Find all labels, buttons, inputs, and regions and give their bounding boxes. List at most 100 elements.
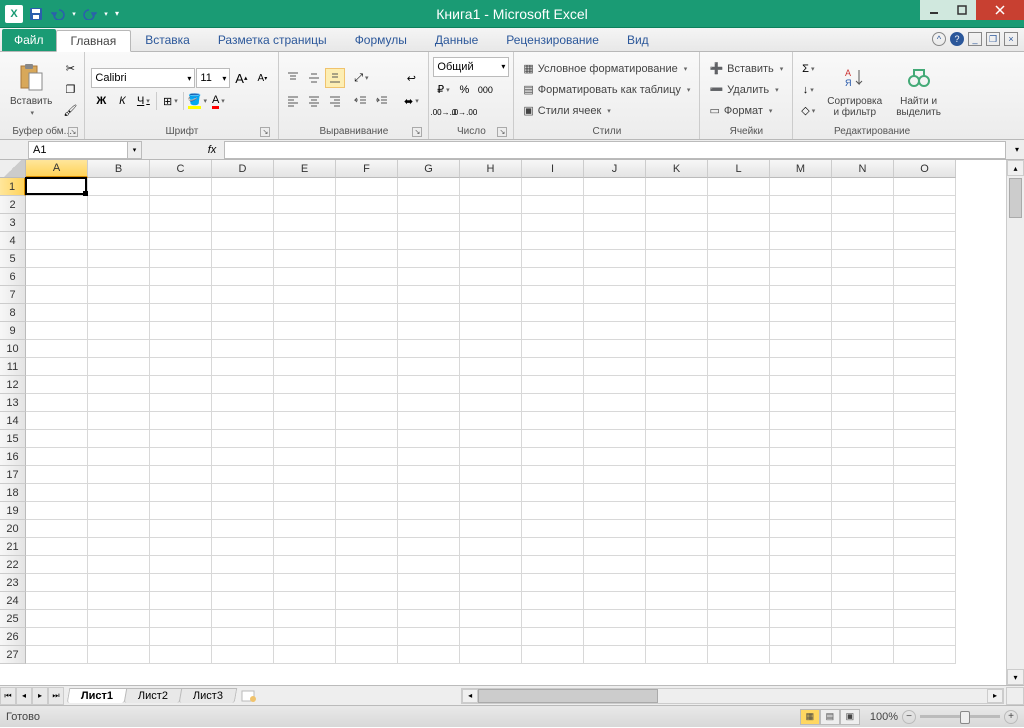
row-header[interactable]: 5 <box>0 250 26 268</box>
cell[interactable] <box>894 322 956 340</box>
cell[interactable] <box>584 502 646 520</box>
cell[interactable] <box>398 538 460 556</box>
column-header[interactable]: A <box>26 160 88 178</box>
cell[interactable] <box>770 214 832 232</box>
cell[interactable] <box>522 520 584 538</box>
cell[interactable] <box>274 466 336 484</box>
cell[interactable] <box>398 232 460 250</box>
cell[interactable] <box>212 574 274 592</box>
cell[interactable] <box>522 376 584 394</box>
cell[interactable] <box>832 250 894 268</box>
cell[interactable] <box>894 520 956 538</box>
cell[interactable] <box>646 448 708 466</box>
cell[interactable] <box>832 412 894 430</box>
cell[interactable] <box>832 214 894 232</box>
cell[interactable] <box>150 214 212 232</box>
tab-home[interactable]: Главная <box>56 30 132 52</box>
cell[interactable] <box>336 304 398 322</box>
cell[interactable] <box>398 412 460 430</box>
row-header[interactable]: 23 <box>0 574 26 592</box>
cell[interactable] <box>460 286 522 304</box>
cell[interactable] <box>522 574 584 592</box>
cell[interactable] <box>894 484 956 502</box>
cell[interactable] <box>88 502 150 520</box>
cell[interactable] <box>26 412 88 430</box>
minimize-button[interactable] <box>920 0 948 20</box>
cell[interactable] <box>770 250 832 268</box>
cell[interactable] <box>770 484 832 502</box>
cell[interactable] <box>708 322 770 340</box>
cell[interactable] <box>336 466 398 484</box>
cell[interactable] <box>584 520 646 538</box>
cell[interactable] <box>274 196 336 214</box>
cell[interactable] <box>150 592 212 610</box>
cell[interactable] <box>894 412 956 430</box>
cell[interactable] <box>894 610 956 628</box>
sheet-tab[interactable]: Лист3 <box>179 688 238 703</box>
cell[interactable] <box>88 556 150 574</box>
cell[interactable] <box>336 232 398 250</box>
cell[interactable] <box>212 628 274 646</box>
cell[interactable] <box>398 178 460 196</box>
undo-button[interactable] <box>48 4 68 24</box>
copy-button[interactable]: ❐ <box>60 80 80 100</box>
cell[interactable] <box>894 304 956 322</box>
cell[interactable] <box>212 484 274 502</box>
cell[interactable] <box>336 628 398 646</box>
row-header[interactable]: 14 <box>0 412 26 430</box>
cell[interactable] <box>274 232 336 250</box>
cell[interactable] <box>26 376 88 394</box>
cell[interactable] <box>584 286 646 304</box>
cell[interactable] <box>26 268 88 286</box>
cell[interactable] <box>150 430 212 448</box>
increase-indent-button[interactable] <box>372 91 392 111</box>
cell[interactable] <box>336 556 398 574</box>
cell[interactable] <box>274 556 336 574</box>
cell[interactable] <box>398 502 460 520</box>
scroll-down-button[interactable]: ▾ <box>1007 669 1024 685</box>
cell[interactable] <box>894 268 956 286</box>
row-header[interactable]: 9 <box>0 322 26 340</box>
cell[interactable] <box>832 322 894 340</box>
cell[interactable] <box>460 214 522 232</box>
cell[interactable] <box>522 268 584 286</box>
cell[interactable] <box>770 268 832 286</box>
cell[interactable] <box>26 196 88 214</box>
cell[interactable] <box>26 340 88 358</box>
cell[interactable] <box>832 448 894 466</box>
cell[interactable] <box>460 430 522 448</box>
cell[interactable] <box>522 250 584 268</box>
page-break-view-button[interactable]: ▣ <box>840 709 860 725</box>
cell[interactable] <box>522 358 584 376</box>
cell[interactable] <box>274 250 336 268</box>
cell[interactable] <box>398 592 460 610</box>
cell[interactable] <box>708 214 770 232</box>
cell[interactable] <box>584 430 646 448</box>
cell[interactable] <box>460 268 522 286</box>
cell[interactable] <box>646 628 708 646</box>
cell[interactable] <box>150 466 212 484</box>
cell[interactable] <box>708 448 770 466</box>
doc-restore-icon[interactable]: ❐ <box>986 32 1000 46</box>
cell[interactable] <box>894 448 956 466</box>
cell[interactable] <box>150 232 212 250</box>
cell[interactable] <box>522 448 584 466</box>
cell[interactable] <box>770 448 832 466</box>
cell[interactable] <box>832 430 894 448</box>
cell[interactable] <box>274 358 336 376</box>
sheet-tab[interactable]: Лист1 <box>67 688 128 703</box>
cell[interactable] <box>460 592 522 610</box>
cell[interactable] <box>584 484 646 502</box>
cell[interactable] <box>398 574 460 592</box>
cell[interactable] <box>212 178 274 196</box>
cell[interactable] <box>522 322 584 340</box>
cell[interactable] <box>212 538 274 556</box>
font-color-button[interactable]: A▾ <box>208 91 228 111</box>
dialog-launcher-icon[interactable]: ↘ <box>497 127 507 137</box>
conditional-formatting-button[interactable]: ▦Условное форматирование▾ <box>518 59 695 79</box>
shrink-font-button[interactable]: A▾ <box>252 68 272 88</box>
cell[interactable] <box>584 358 646 376</box>
cell[interactable] <box>88 214 150 232</box>
cell[interactable] <box>212 214 274 232</box>
cell[interactable] <box>212 448 274 466</box>
